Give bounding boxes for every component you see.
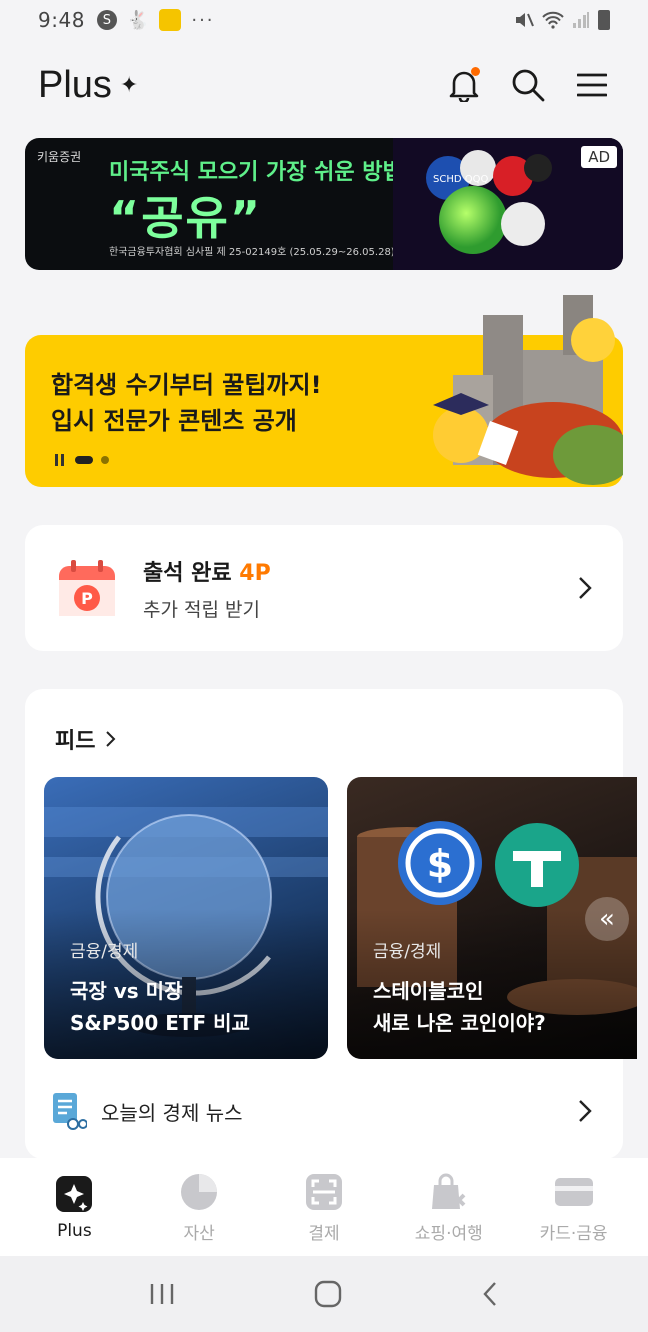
spark-icon: ✦ [119,72,139,97]
feed-card-headline: 국장 vs 미장 [70,979,183,1003]
feed-card-headline-2: 새로 나온 코인이야? [373,1011,546,1035]
brand-label: Plus [38,63,112,106]
tab-label: 카드·금융 [539,1223,608,1244]
banner-line2: 입시 전문가 콘텐츠 공개 [51,407,297,435]
scan-pay-icon [305,1173,342,1210]
attendance-title: 출석 완료 [143,560,232,586]
status-bar: 9:48 S 🐇 ··· [0,0,648,40]
svg-text:$: $ [427,842,453,886]
search-icon [512,69,545,102]
back-icon[interactable] [481,1280,499,1308]
recent-apps-icon[interactable] [149,1282,175,1306]
tab-plus[interactable]: Plus [19,1173,129,1241]
tab-pay[interactable]: 결제 [269,1171,379,1244]
ad-headline: “공유” [109,191,263,245]
feed-card-category: 금융/경제 [373,942,442,962]
attendance-card[interactable]: P 출석 완료 4P 추가 적립 받기 [25,525,623,651]
ad-disclaimer: 한국금융투자협회 심사필 제 25-02149호 (25.05.29~26.05… [109,247,395,258]
economy-news-row[interactable]: 오늘의 경제 뉴스 [51,1089,593,1133]
hamburger-icon [577,73,607,97]
rabbit-icon: 🐇 [126,9,150,31]
more-notifications-icon: ··· [191,9,215,31]
notification-button[interactable] [446,67,482,103]
feed-card[interactable]: $ 금융/경제 스테이블코인 새로 나온 코인이야? « [347,777,637,1059]
pie-chart-icon [181,1173,218,1210]
carousel-controls [55,454,109,466]
app-header: Plus ✦ [0,40,648,130]
system-nav-bar [0,1256,648,1332]
card-icon [554,1177,593,1206]
chevron-right-icon [579,1100,592,1122]
attendance-points: 4P [239,560,271,586]
ad-banner[interactable]: 키움증권 미국주식 모으기 가장 쉬운 방법 : “공유” 한국금융투자협회 심… [25,138,623,270]
carousel-dot-active[interactable] [75,456,93,464]
tab-label: Plus [57,1221,92,1241]
ad-tag: AD [581,146,617,168]
points-badge: P [81,589,93,608]
notification-dot [471,67,480,76]
feed-title: 피드 [55,729,96,754]
news-document-icon [53,1093,87,1130]
wifi-icon [542,11,564,29]
feed-section: 피드 금융/경제 국장 vs 미장 S&P500 ETF 비교 $ 금융/경제 … [25,689,637,1159]
university-building-illustration [433,295,623,485]
feed-card-headline-2: S&P500 ETF 비교 [70,1011,250,1035]
feed-card-headline: 스테이블코인 [373,979,484,1003]
calendar-points-icon: P [59,560,115,616]
promo-banner[interactable]: 합격생 수기부터 꿀팁까지! 입시 전문가 콘텐츠 공개 [25,295,623,487]
news-label: 오늘의 경제 뉴스 [101,1100,243,1125]
chevron-right-icon [106,731,116,747]
ad-brand-logo: 키움증권 [37,150,82,164]
status-time: 9:48 [38,8,85,32]
attendance-subtitle: 추가 적립 받기 [143,598,260,621]
bottom-tab-bar: Plus 자산 결제 쇼핑·여행 카드·금융 [0,1158,648,1256]
tab-assets[interactable]: 자산 [144,1171,254,1244]
home-icon[interactable] [314,1280,342,1308]
coin-label: SCHD QQQ [433,174,488,185]
plus-spark-icon [56,1176,93,1212]
banner-line1: 합격생 수기부터 꿀팁까지! [51,371,322,399]
battery-icon [598,10,610,30]
tab-card-finance[interactable]: 카드·금융 [519,1171,629,1244]
menu-button[interactable] [574,67,610,103]
mute-icon [516,13,534,27]
pause-button[interactable] [55,454,67,466]
search-button[interactable] [510,67,546,103]
app-badge-icon: S [96,10,117,30]
scroll-left-button[interactable]: « [585,897,629,941]
feed-header[interactable]: 피드 [55,723,117,755]
feed-card-category: 금융/경제 [70,942,139,962]
shopping-bag-icon [431,1173,466,1209]
tab-shopping-travel[interactable]: 쇼핑·여행 [394,1171,504,1244]
page-title: Plus ✦ [38,64,138,107]
tab-label: 자산 [183,1223,215,1244]
tab-label: 쇼핑·여행 [414,1223,483,1244]
app-notification-icon [159,9,182,31]
signal-icon [573,12,589,28]
carousel-dot[interactable] [101,456,109,464]
chevron-right-icon [579,577,592,599]
tab-label: 결제 [308,1223,340,1244]
feed-card[interactable]: 금융/경제 국장 vs 미장 S&P500 ETF 비교 [44,777,328,1059]
